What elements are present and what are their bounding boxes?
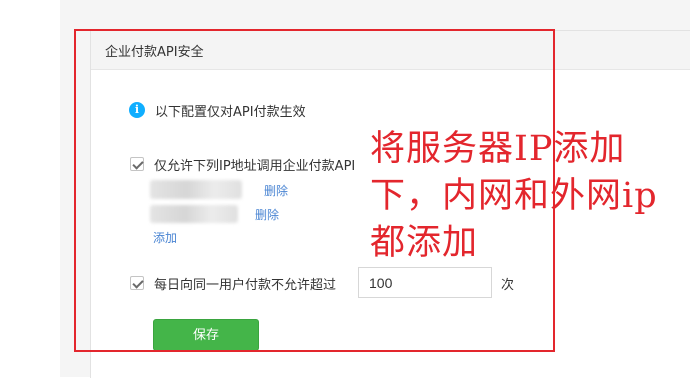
left-sidebar (0, 0, 61, 377)
annotation-line: 都添加 (370, 223, 479, 263)
annotation-line: 下，内网和外网ip (370, 176, 658, 216)
red-annotation: 将服务器IP添加 下，内网和外网ip 都添加 (370, 126, 675, 267)
annotation-line: 将服务器IP添加 (370, 129, 626, 169)
